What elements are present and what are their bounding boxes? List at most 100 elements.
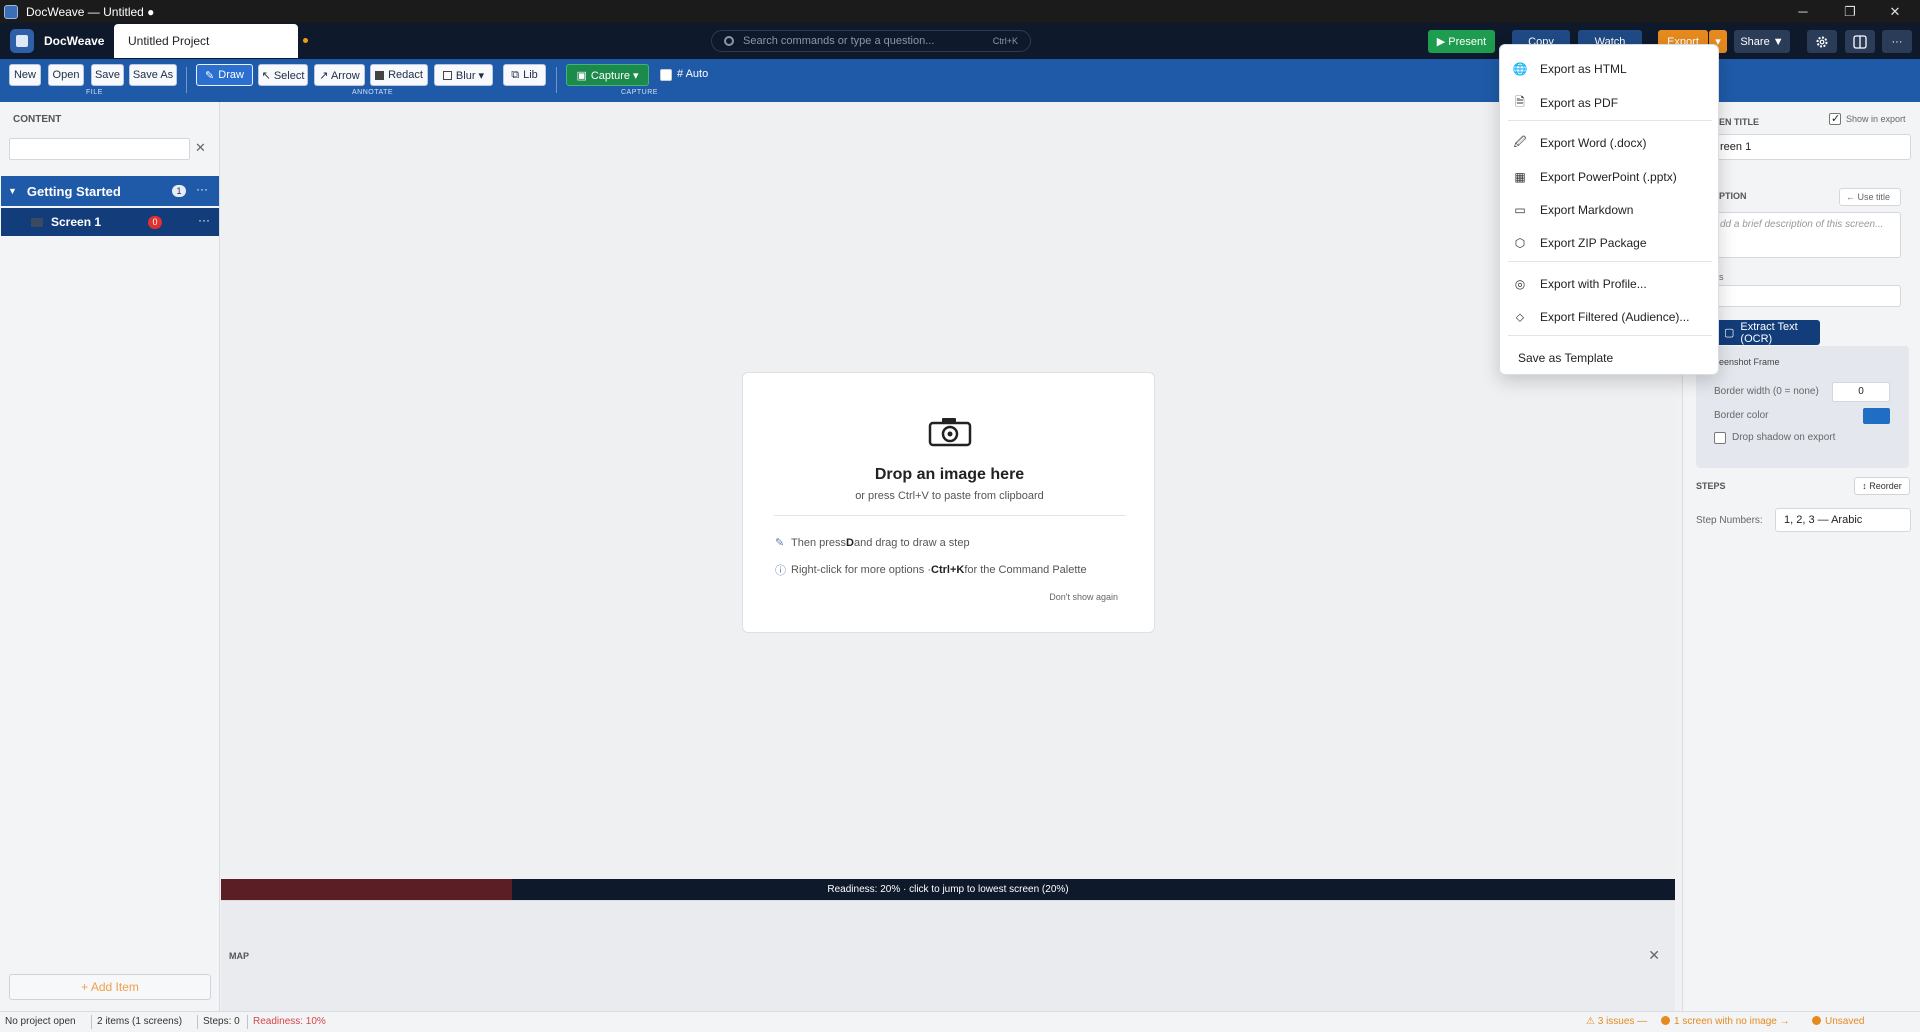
capture-group-label: CAPTURE <box>621 89 658 96</box>
show-in-export-checkbox[interactable] <box>1829 112 1841 125</box>
export-menu-item[interactable]: ▭ Export Markdown <box>1500 195 1720 225</box>
export-menu-item[interactable]: 🗎 Export as PDF <box>1500 88 1720 118</box>
export-menu-item[interactable]: 🌐 Export as HTML <box>1500 54 1720 84</box>
screen-title-label: EN TITLE <box>1719 117 1759 127</box>
library-icon: ⧉ <box>511 68 520 81</box>
export-menu-item[interactable]: ⬦ Export Filtered (Audience)... <box>1500 302 1720 332</box>
drop-zone-card[interactable]: Drop an image here or press Ctrl+V to pa… <box>742 372 1155 633</box>
hint-text: and drag to draw a step <box>853 536 970 549</box>
export-menu-item[interactable]: ◎ Export with Profile... <box>1500 269 1720 299</box>
export-menu-label: Export with Profile... <box>1540 277 1647 291</box>
select-tool-button[interactable]: ↖ Select <box>258 64 308 86</box>
export-menu-label: Export as HTML <box>1540 62 1627 76</box>
screen-more-button[interactable]: ··· <box>198 213 210 227</box>
use-title-button[interactable]: ← Use title <box>1839 188 1901 206</box>
collapse-toggle-icon[interactable]: ▼ <box>8 186 17 196</box>
drop-shadow-checkbox[interactable] <box>1714 432 1726 444</box>
powerpoint-icon: ▦ <box>1514 170 1526 184</box>
group-more-button[interactable]: ··· <box>196 182 208 196</box>
draw-tool-button[interactable]: ✎ Draw <box>196 64 253 86</box>
blur-label: Blur ▾ <box>455 69 485 82</box>
save-as-button[interactable]: Save As <box>129 64 177 86</box>
export-menu-item[interactable]: Save as Template <box>1500 343 1720 373</box>
status-divider <box>197 1015 198 1029</box>
steps-label: STEPS <box>1696 481 1726 491</box>
word-icon: 🖉 <box>1513 134 1527 149</box>
export-menu: 🌐 Export as HTML 🗎 Export as PDF 🖉 Export Wor… <box>1499 44 1719 375</box>
extract-text-button[interactable]: ▢ Extract Text (OCR) <box>1716 320 1820 345</box>
status-readiness[interactable]: Readiness: 10% <box>253 1016 326 1027</box>
border-color-swatch[interactable] <box>1863 408 1890 424</box>
toggle-panel-button[interactable] <box>1845 30 1875 53</box>
menu-divider <box>1508 261 1712 262</box>
brand-name: DocWeave <box>44 34 105 48</box>
readiness-bar[interactable]: Readiness: 20% · click to jump to lowest… <box>221 879 1675 900</box>
share-button[interactable]: Share ▼ <box>1734 30 1790 53</box>
camera-icon: ▣ <box>576 69 587 82</box>
export-menu-item[interactable]: ▦ Export PowerPoint (.pptx) <box>1500 162 1720 192</box>
status-issues[interactable]: ⚠ 3 issues — <box>1586 1016 1647 1027</box>
maximize-button[interactable]: ❐ <box>1827 0 1873 23</box>
status-items: 2 items (1 screens) <box>97 1016 183 1027</box>
pencil-icon: ✎ <box>205 69 215 82</box>
search-placeholder: Search commands or type a question... <box>743 35 935 47</box>
zip-icon: ⬡ <box>1514 236 1526 250</box>
border-color-label: Border color <box>1714 410 1769 421</box>
content-filter-input[interactable] <box>9 138 190 160</box>
add-item-button[interactable]: + Add Item <box>9 974 211 1000</box>
close-map-button[interactable]: ✕ <box>1648 947 1660 964</box>
settings-button[interactable] <box>1807 30 1837 53</box>
gear-icon <box>1816 36 1828 47</box>
border-width-input[interactable]: 0 <box>1832 382 1890 402</box>
group-count-badge: 1 <box>172 185 186 197</box>
hint-text: Then press <box>791 536 847 549</box>
caption-textarea[interactable]: dd a brief description of this screen... <box>1717 212 1901 258</box>
reorder-button[interactable]: ↕ Reorder <box>1854 477 1910 495</box>
save-button[interactable]: Save <box>91 64 124 86</box>
editor-canvas[interactable]: Drop an image here or press Ctrl+V to pa… <box>221 102 1675 878</box>
open-button[interactable]: Open <box>48 64 84 86</box>
screen-item-1[interactable]: Screen 1 0 ··· <box>1 208 219 236</box>
file-group-label: FILE <box>86 89 103 96</box>
export-menu-label: Export Word (.docx) <box>1540 136 1647 150</box>
auto-capture-checkbox[interactable] <box>660 69 672 81</box>
no-image-text: 1 screen with no image → <box>1674 1016 1790 1027</box>
status-no-image[interactable]: 1 screen with no image → <box>1661 1016 1790 1027</box>
redact-tool-button[interactable]: Redact <box>370 64 428 86</box>
capture-button[interactable]: ▣ Capture ▾ <box>566 64 649 86</box>
status-divider <box>91 1015 92 1029</box>
present-button[interactable]: ▶ Present <box>1428 30 1495 53</box>
library-button[interactable]: ⧉ Lib <box>503 64 546 86</box>
border-width-label: Border width (0 = none) <box>1714 386 1819 397</box>
blur-tool-button[interactable]: Blur ▾ <box>434 64 493 86</box>
group-getting-started[interactable]: ▼ Getting Started 1 ··· <box>1 176 219 206</box>
blur-icon <box>442 70 452 80</box>
draw-label: Draw <box>218 69 244 81</box>
header-more-button[interactable]: ··· <box>1882 30 1912 53</box>
command-search-input[interactable]: Search commands or type a question... Ct… <box>711 30 1031 52</box>
export-menu-item[interactable]: ⬡ Export ZIP Package <box>1500 228 1720 258</box>
ocr-label: Extract Text (OCR) <box>1740 320 1798 345</box>
tags-input[interactable] <box>1717 285 1901 307</box>
drop-subtitle: or press Ctrl+V to paste from clipboard <box>855 490 1044 502</box>
screen-title-input[interactable]: reen 1 <box>1717 134 1911 160</box>
close-window-button[interactable]: ✕ <box>1872 0 1918 23</box>
project-name-field[interactable]: Untitled Project <box>114 24 298 58</box>
arrow-tool-button[interactable]: ↗ Arrow <box>314 64 365 86</box>
hint-key: Ctrl+K <box>931 564 965 576</box>
status-divider <box>247 1015 248 1029</box>
clear-filter-button[interactable]: ✕ <box>195 140 206 156</box>
dont-show-again-link[interactable]: Don't show again <box>1049 592 1118 602</box>
export-menu-label: Export ZIP Package <box>1540 236 1647 250</box>
minimize-button[interactable]: ─ <box>1780 0 1826 23</box>
step-numbers-label: Step Numbers: <box>1696 515 1763 526</box>
export-menu-item[interactable]: 🖉 Export Word (.docx) <box>1500 128 1720 158</box>
docweave-logo-icon <box>10 29 34 53</box>
step-numbers-select[interactable]: 1, 2, 3 — Arabic <box>1775 508 1911 532</box>
frame-label: eenshot Frame <box>1719 357 1780 367</box>
export-menu-label: Export Filtered (Audience)... <box>1540 310 1690 324</box>
new-button[interactable]: New <box>9 64 41 86</box>
annotate-group-label: ANNOTATE <box>352 89 394 96</box>
ocr-icon: ▢ <box>1724 327 1735 339</box>
lib-label: Lib <box>523 69 538 81</box>
